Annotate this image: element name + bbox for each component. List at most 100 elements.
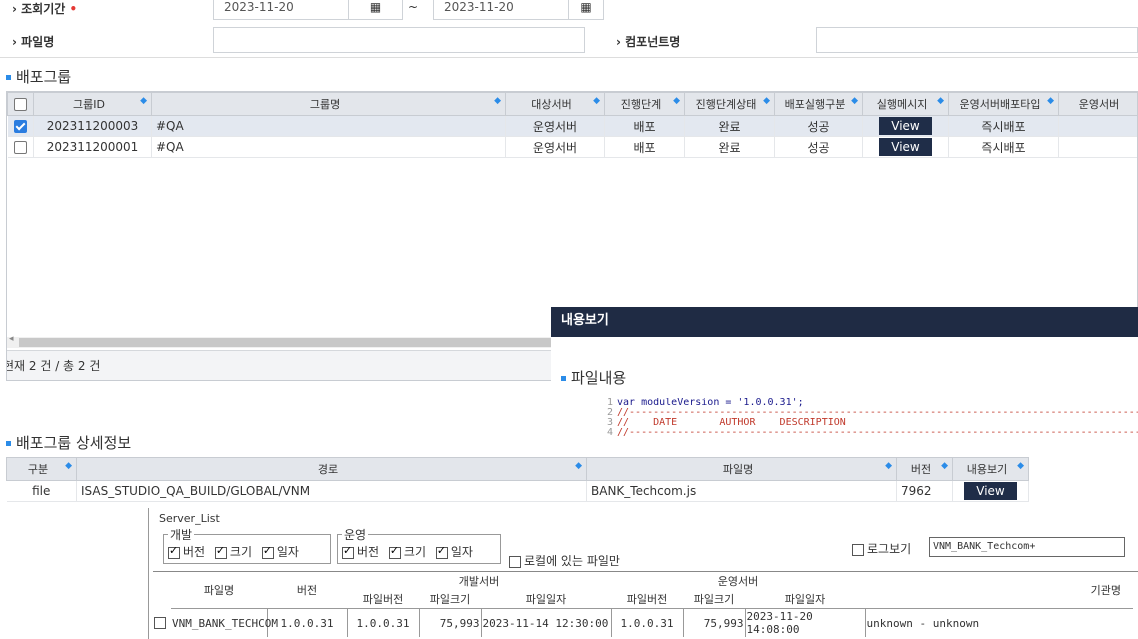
col-stage[interactable]: 진행단계 ◆ [604, 92, 685, 116]
empty-cell [1029, 481, 1138, 502]
col-filename[interactable]: 파일명 ◆ [586, 457, 897, 481]
dev-size-option[interactable]: 크기 [214, 544, 252, 559]
detail-header-row: 구분 ◆ 경로 ◆ 파일명 ◆ 버전 ◆ 내용보기 ◆ [6, 457, 1138, 481]
dev-date-option[interactable]: 일자 [261, 544, 299, 559]
file-content-title: 파일내용 [561, 367, 626, 388]
dev-version-option[interactable]: 버전 [168, 544, 205, 559]
select-all-checkbox[interactable] [7, 92, 34, 116]
exec-cell: 성공 [774, 136, 863, 158]
date-from-input[interactable]: 2023-11-20 [213, 0, 349, 20]
sort-icon: ◆ [140, 96, 147, 106]
calendar-to-button[interactable]: ▦ [568, 0, 604, 20]
component-input[interactable] [816, 27, 1138, 53]
col-filename: 파일명 [203, 584, 235, 597]
ops-size-option[interactable]: 크기 [388, 544, 426, 559]
checkbox-icon [261, 544, 274, 559]
date-to-input[interactable]: 2023-11-20 [433, 0, 569, 20]
period-label: › 조회기간 • [12, 2, 78, 16]
checkbox-icon [154, 617, 166, 630]
col-view[interactable]: 내용보기 ◆ [952, 457, 1029, 481]
row-count: 현재 2 건 / 총 2 건 [6, 359, 101, 373]
col-target-server[interactable]: 대상서버 ◆ [505, 92, 605, 116]
dev-options: 개발 버전 크기 일자 [163, 526, 331, 564]
deploy-type-cell: 즉시배포 [948, 136, 1059, 158]
dev-version-cell: 1.0.0.31 [347, 608, 420, 637]
col-ops-server: 운영서버 [717, 575, 759, 588]
table-row[interactable]: file ISAS_STUDIO_QA_BUILD/GLOBAL/VNM BAN… [6, 480, 1138, 502]
server-version-cell: 1.0.0.31 [267, 608, 348, 637]
calendar-from-button[interactable]: ▦ [348, 0, 403, 20]
sort-icon: ◆ [673, 96, 680, 106]
checkbox-icon [214, 544, 227, 559]
dev-legend: 개발 [170, 528, 193, 542]
group-name-cell: #QA [151, 136, 506, 158]
view-message-button[interactable]: View [879, 117, 932, 135]
sort-icon: ◆ [885, 461, 892, 471]
server-list-window: Server_List 개발 버전 크기 일자 운영 버전 크기 일자 로컬에 … [148, 508, 1138, 639]
ops-version-option[interactable]: 버전 [342, 544, 379, 559]
log-view-input[interactable]: VNM_BANK_Techcom+ [929, 537, 1125, 557]
col-dev-file-date: 파일일자 [525, 593, 567, 606]
col-exec-type[interactable]: 배포실행구분 ◆ [774, 92, 863, 116]
bullet-icon [6, 75, 11, 80]
sort-icon: ◆ [763, 96, 770, 106]
col-version[interactable]: 버전 ◆ [896, 457, 953, 481]
search-panel: › 조회기간 • 2023-11-20 ▦ ~ 2023-11-20 ▦ › 파… [0, 0, 1138, 60]
component-label: › 컴포넌트명 [616, 35, 681, 49]
detail-title: 배포그룹 상세정보 [6, 432, 131, 453]
scrollbar-thumb[interactable] [19, 338, 554, 347]
bullet-icon [561, 376, 566, 381]
col-group-name[interactable]: 그룹명 ◆ [151, 92, 506, 116]
checkbox-icon [509, 555, 521, 568]
version-cell: 7962 [896, 480, 953, 502]
exec-cell: 성공 [774, 115, 863, 137]
ops-date-cell: 2023-11-20 14:08:00 [745, 608, 866, 637]
stage-cell: 배포 [604, 136, 685, 158]
view-message-button[interactable]: View [879, 138, 932, 156]
server-row-checkbox[interactable] [153, 609, 171, 638]
ops-legend: 운영 [344, 528, 367, 542]
col-ops-server[interactable]: 운영서버 [1058, 92, 1137, 116]
sort-icon: ◆ [941, 461, 948, 471]
local-only-option[interactable]: 로컬에 있는 파일만 [509, 552, 620, 569]
message-cell: View [862, 136, 949, 158]
col-deploy-type[interactable]: 운영서버배포타입 ◆ [948, 92, 1059, 116]
content-view-panel: 내용보기 파일내용 1 var moduleVersion = '1.0.0.31… [551, 307, 1138, 449]
sort-icon: ◆ [851, 96, 858, 106]
col-stage-status[interactable]: 진행단계상태 ◆ [684, 92, 775, 116]
status-cell: 완료 [684, 115, 775, 137]
log-view-option[interactable]: 로그보기 [852, 540, 911, 557]
table-row[interactable]: VNM_BANK_TECHCOM 1.0.0.31 1.0.0.31 75,99… [153, 608, 1134, 638]
stage-cell: 배포 [604, 115, 685, 137]
row-checkbox[interactable] [7, 136, 34, 158]
code-viewer[interactable]: 1 var moduleVersion = '1.0.0.31'; 2//----… [591, 398, 1138, 450]
status-cell: 완료 [684, 136, 775, 158]
path-cell: ISAS_STUDIO_QA_BUILD/GLOBAL/VNM [76, 480, 587, 502]
sort-icon: ◆ [937, 96, 944, 106]
horizontal-scrollbar[interactable]: ◂ [7, 334, 567, 348]
filename-label: › 파일명 [12, 35, 55, 49]
view-content-button[interactable]: View [964, 482, 1017, 500]
server-header-row-1: 파일명 버전 개발서버 운영서버 기관명 [153, 572, 1133, 597]
table-row[interactable]: 202311200001 #QA 운영서버 배포 완료 성공 View 즉시배포 [7, 136, 1137, 158]
detail-grid: 구분 ◆ 경로 ◆ 파일명 ◆ 버전 ◆ 내용보기 ◆ file ISAS_STUDIO_… [6, 457, 1138, 507]
scroll-left-icon[interactable]: ◂ [9, 334, 14, 344]
empty-header [1028, 457, 1138, 481]
ops-date-option[interactable]: 일자 [435, 544, 473, 559]
checkbox-icon [435, 544, 448, 559]
filename-input[interactable] [213, 27, 585, 53]
table-row[interactable]: 202311200003 #QA 운영서버 배포 완료 성공 View 즉시배포 [7, 115, 1137, 137]
col-exec-message[interactable]: 실행메시지 ◆ [862, 92, 949, 116]
col-version: 버전 [296, 584, 318, 597]
ops-server-cell [1058, 115, 1137, 137]
col-path[interactable]: 경로 ◆ [76, 457, 587, 481]
col-ops-file-date: 파일일자 [784, 593, 826, 606]
col-org: 기관명 [1090, 584, 1122, 597]
col-group-id[interactable]: 그룹ID ◆ [33, 92, 152, 116]
row-checkbox[interactable] [7, 115, 34, 137]
ops-options: 운영 버전 크기 일자 [337, 526, 501, 564]
col-kind[interactable]: 구분 ◆ [6, 457, 77, 481]
sort-icon: ◆ [593, 96, 600, 106]
server-filename-cell: VNM_BANK_TECHCOM [171, 608, 278, 637]
checkbox-icon [342, 544, 354, 559]
